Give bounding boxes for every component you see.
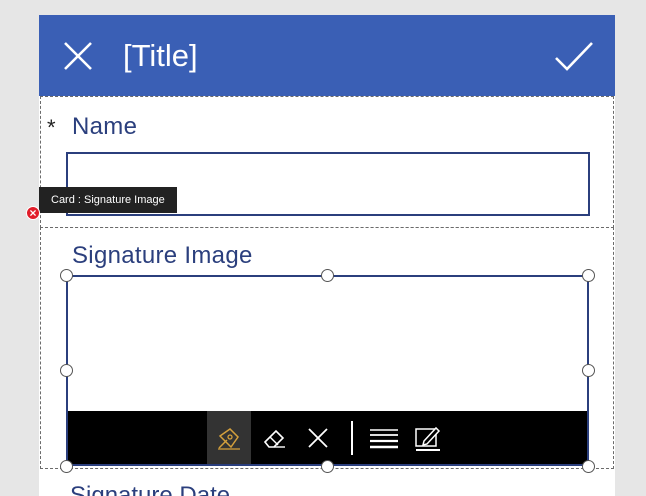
name-label: Name [72,113,138,140]
resize-handle-top[interactable] [321,269,334,282]
checkmark-icon[interactable] [553,39,595,73]
signature-date-label: Signature Date [70,482,231,496]
line-thickness-icon [370,428,398,448]
resize-handle-top-right[interactable] [582,269,595,282]
pen-input-toolbar [68,411,587,464]
toolbar-divider [351,421,353,455]
eraser-button[interactable] [252,411,296,464]
resize-handle-top-left[interactable] [60,269,73,282]
error-badge-icon[interactable] [26,206,40,220]
pen-color-icon [415,426,441,451]
clear-icon [308,427,328,448]
resize-handle-bottom[interactable] [321,460,334,473]
resize-handle-bottom-left[interactable] [60,460,73,473]
card-tooltip: Card : Signature Image [39,187,177,213]
pen-mode-button[interactable] [207,411,251,464]
required-marker: * [47,115,56,140]
close-icon[interactable] [61,39,95,73]
line-thickness-button[interactable] [362,411,406,464]
eraser-icon [263,429,285,448]
signature-image-label: Signature Image [72,242,253,269]
pen-color-button[interactable] [406,411,450,464]
pen-icon [218,427,240,450]
app-screen: [Title] * Name Signature Image Signature… [39,15,615,496]
resize-handle-right[interactable] [582,364,595,377]
resize-handle-left[interactable] [60,364,73,377]
clear-button[interactable] [296,411,340,464]
form-header: [Title] [39,15,615,96]
signature-pen-input[interactable] [66,275,589,466]
card-signature-image[interactable]: Signature Image [40,227,614,473]
resize-handle-bottom-right[interactable] [582,460,595,473]
page-title: [Title] [123,38,198,73]
